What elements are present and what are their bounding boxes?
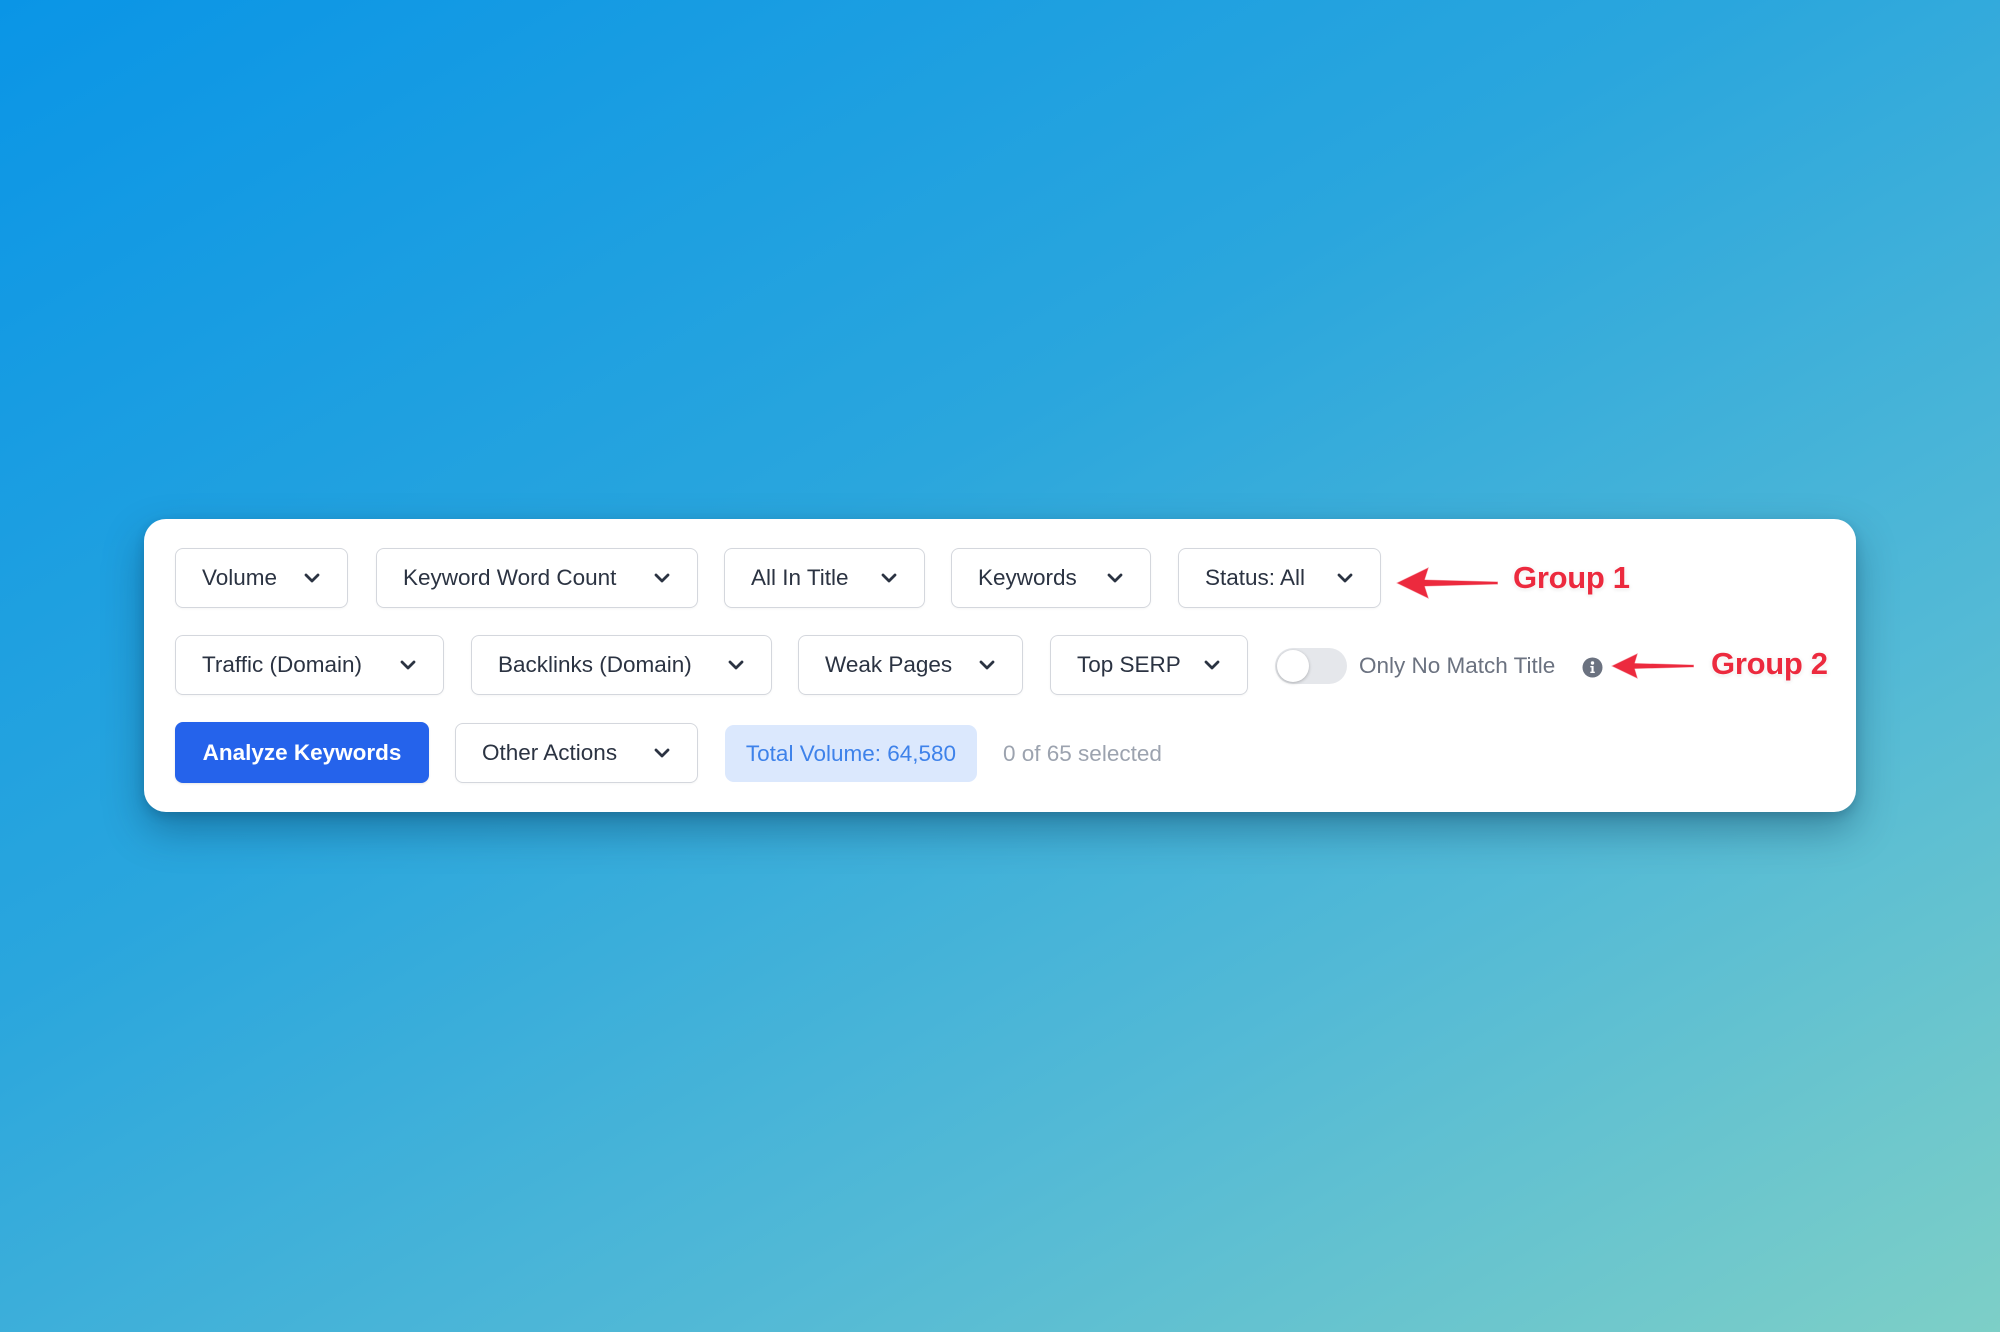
chevron-down-icon: [399, 659, 417, 671]
dropdown-label: All In Title: [751, 565, 849, 590]
info-circle-icon[interactable]: [1582, 657, 1603, 678]
dropdown-label: Volume: [202, 565, 278, 590]
keywords-dropdown[interactable]: Keywords: [951, 548, 1151, 608]
analyze-keywords-button[interactable]: Analyze Keywords: [175, 722, 429, 783]
dropdown-label: Weak Pages: [825, 652, 953, 677]
keyword-word-count-dropdown[interactable]: Keyword Word Count: [376, 548, 698, 608]
chevron-down-icon: [880, 572, 898, 584]
chevron-down-icon: [978, 659, 996, 671]
volume-filter-dropdown[interactable]: Volume: [175, 548, 348, 608]
group-2-label: Group 2: [1711, 646, 1828, 681]
dropdown-label: Keywords: [978, 565, 1077, 590]
chevron-down-icon: [303, 572, 321, 584]
traffic-domain-dropdown[interactable]: Traffic (Domain): [175, 635, 444, 695]
status-filter-dropdown[interactable]: Status: All: [1178, 548, 1381, 608]
group-1-label: Group 1: [1513, 560, 1630, 595]
only-no-match-title-toggle[interactable]: [1275, 648, 1347, 684]
chevron-down-icon: [727, 659, 745, 671]
dropdown-label: Backlinks (Domain): [498, 652, 692, 677]
dropdown-label: Other Actions: [482, 740, 618, 765]
chevron-down-icon: [653, 747, 671, 759]
other-actions-dropdown[interactable]: Other Actions: [455, 723, 698, 783]
chevron-down-icon: [1203, 659, 1221, 671]
toggle-knob: [1277, 650, 1309, 682]
arrow-left-icon: [1610, 652, 1695, 680]
dropdown-label: Status: All: [1205, 565, 1306, 590]
dropdown-label: Traffic (Domain): [202, 652, 363, 677]
dropdown-label: Keyword Word Count: [403, 565, 617, 590]
total-volume-badge: Total Volume: 64,580: [725, 725, 977, 782]
chevron-down-icon: [1336, 572, 1354, 584]
arrow-left-icon: [1395, 566, 1499, 600]
backlinks-domain-dropdown[interactable]: Backlinks (Domain): [471, 635, 772, 695]
weak-pages-dropdown[interactable]: Weak Pages: [798, 635, 1023, 695]
dropdown-label: Top SERP: [1077, 652, 1181, 677]
top-serp-dropdown[interactable]: Top SERP: [1050, 635, 1248, 695]
chevron-down-icon: [1106, 572, 1124, 584]
only-no-match-title-label: Only No Match Title: [1359, 653, 1556, 678]
all-in-title-dropdown[interactable]: All In Title: [724, 548, 925, 608]
chevron-down-icon: [653, 572, 671, 584]
selection-status: 0 of 65 selected: [1003, 740, 1162, 766]
